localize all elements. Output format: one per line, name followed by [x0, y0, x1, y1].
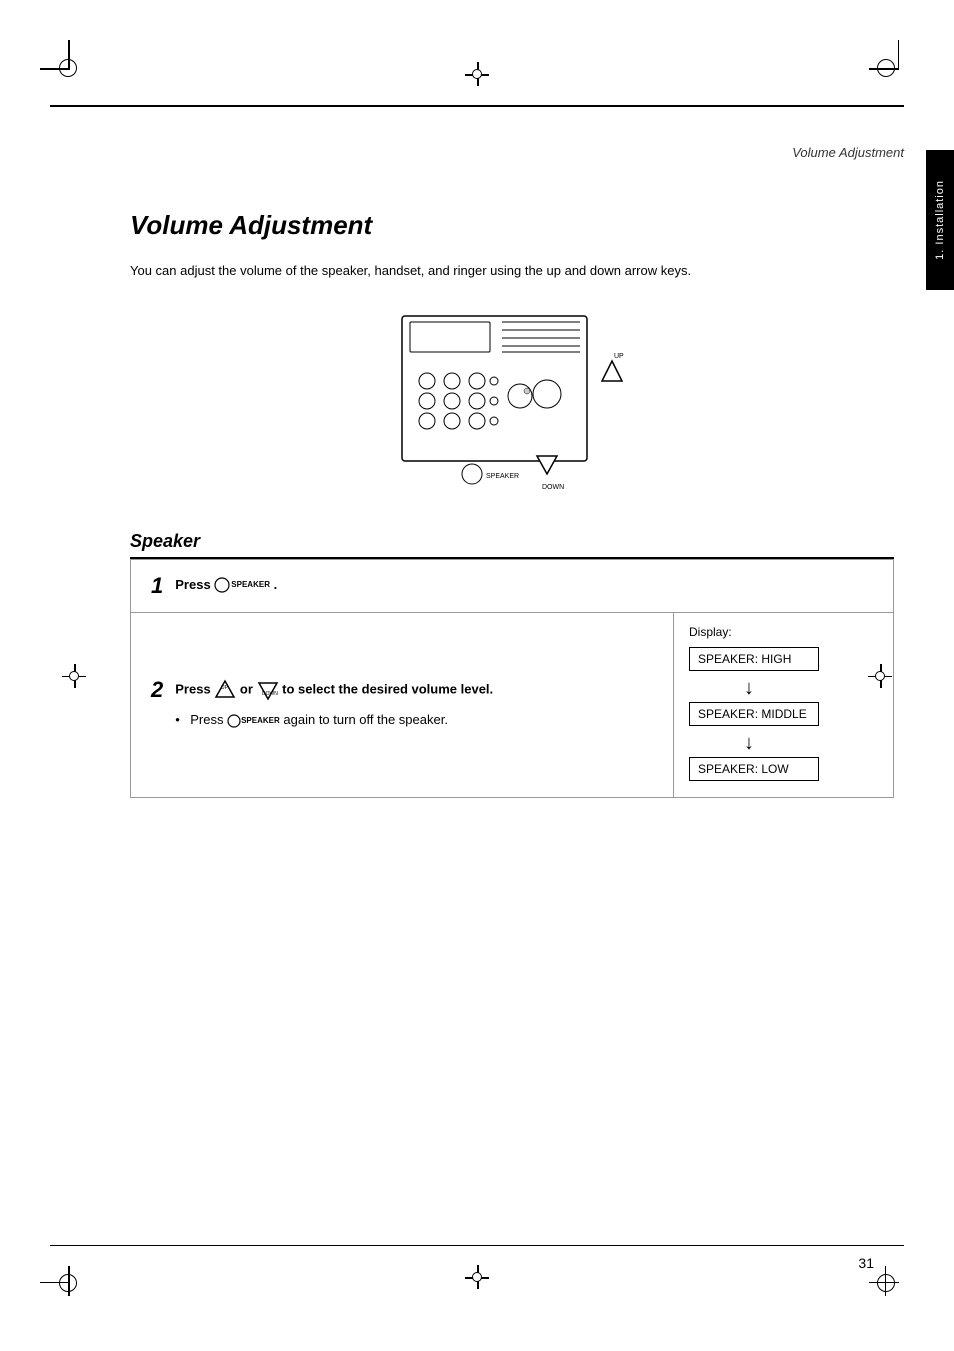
section-tab-label: 1. Installation: [934, 180, 946, 260]
display-item-middle: SPEAKER: MIDDLE: [689, 702, 819, 726]
crosshair-top-center: [465, 62, 489, 86]
step-row-1: 1 Press SPEAKER .: [131, 559, 894, 612]
step-row-2: 2 Press UP or: [131, 612, 894, 797]
step-2-left: 2 Press UP or: [131, 612, 674, 797]
step-1-cell: 1 Press SPEAKER .: [131, 559, 894, 612]
step-2-right: Display: SPEAKER: HIGH ↓ SPEAKER: MIDDLE…: [674, 612, 894, 797]
steps-table: 1 Press SPEAKER .: [130, 559, 894, 798]
crosshair-bottom-center: [465, 1265, 489, 1289]
down-arrow-icon: DOWN: [257, 679, 279, 701]
step-1-text: Press SPEAKER .: [175, 577, 277, 592]
phone-diagram: SPEAKER UP DOWN: [130, 306, 894, 501]
phone-diagram-svg: SPEAKER UP DOWN: [342, 306, 682, 501]
page-title: Volume Adjustment: [130, 210, 894, 241]
svg-text:DOWN: DOWN: [262, 691, 278, 697]
svg-text:UP: UP: [614, 353, 624, 360]
step-2-main: Press UP or: [175, 679, 493, 701]
arrow-down-2: ↓: [689, 732, 754, 755]
display-item-low: SPEAKER: LOW: [689, 757, 819, 781]
corner-mark-top-right: [859, 55, 899, 95]
step-2-bullets: Press SPEAKER again to turn off the spea…: [175, 711, 493, 729]
svg-text:SPEAKER: SPEAKER: [486, 473, 519, 480]
step-1-content: Press SPEAKER .: [175, 575, 277, 595]
up-arrow-icon: UP: [214, 679, 236, 701]
section-tab: 1. Installation: [926, 150, 954, 290]
main-content: Volume Adjustment You can adjust the vol…: [130, 210, 894, 798]
corner-mark-top-left: [55, 55, 95, 95]
section-title: Speaker: [130, 531, 894, 559]
svg-text:UP: UP: [221, 685, 229, 691]
display-label: Display:: [689, 625, 878, 639]
speaker-button-icon-2: SPEAKER: [227, 714, 280, 728]
arrow-down-1: ↓: [689, 677, 754, 700]
step-2-number: 2: [151, 679, 163, 701]
header-label: Volume Adjustment: [792, 145, 904, 160]
top-border-line: [50, 105, 904, 107]
display-item-high: SPEAKER: HIGH: [689, 647, 819, 671]
svg-text:DOWN: DOWN: [542, 484, 564, 491]
bottom-border-line: [50, 1245, 904, 1247]
corner-mark-bottom-left: [55, 1256, 95, 1296]
step-1-number: 1: [151, 575, 163, 597]
speaker-button-icon-1: SPEAKER: [214, 577, 270, 593]
step-2-content: Press UP or: [175, 679, 493, 729]
page-number: 31: [858, 1255, 874, 1271]
intro-text: You can adjust the volume of the speaker…: [130, 261, 894, 281]
display-items: SPEAKER: HIGH ↓ SPEAKER: MIDDLE ↓ SPEAKE…: [689, 647, 878, 785]
step-2-bullet-1: Press SPEAKER again to turn off the spea…: [175, 711, 493, 729]
crosshair-left-center: [62, 664, 86, 688]
